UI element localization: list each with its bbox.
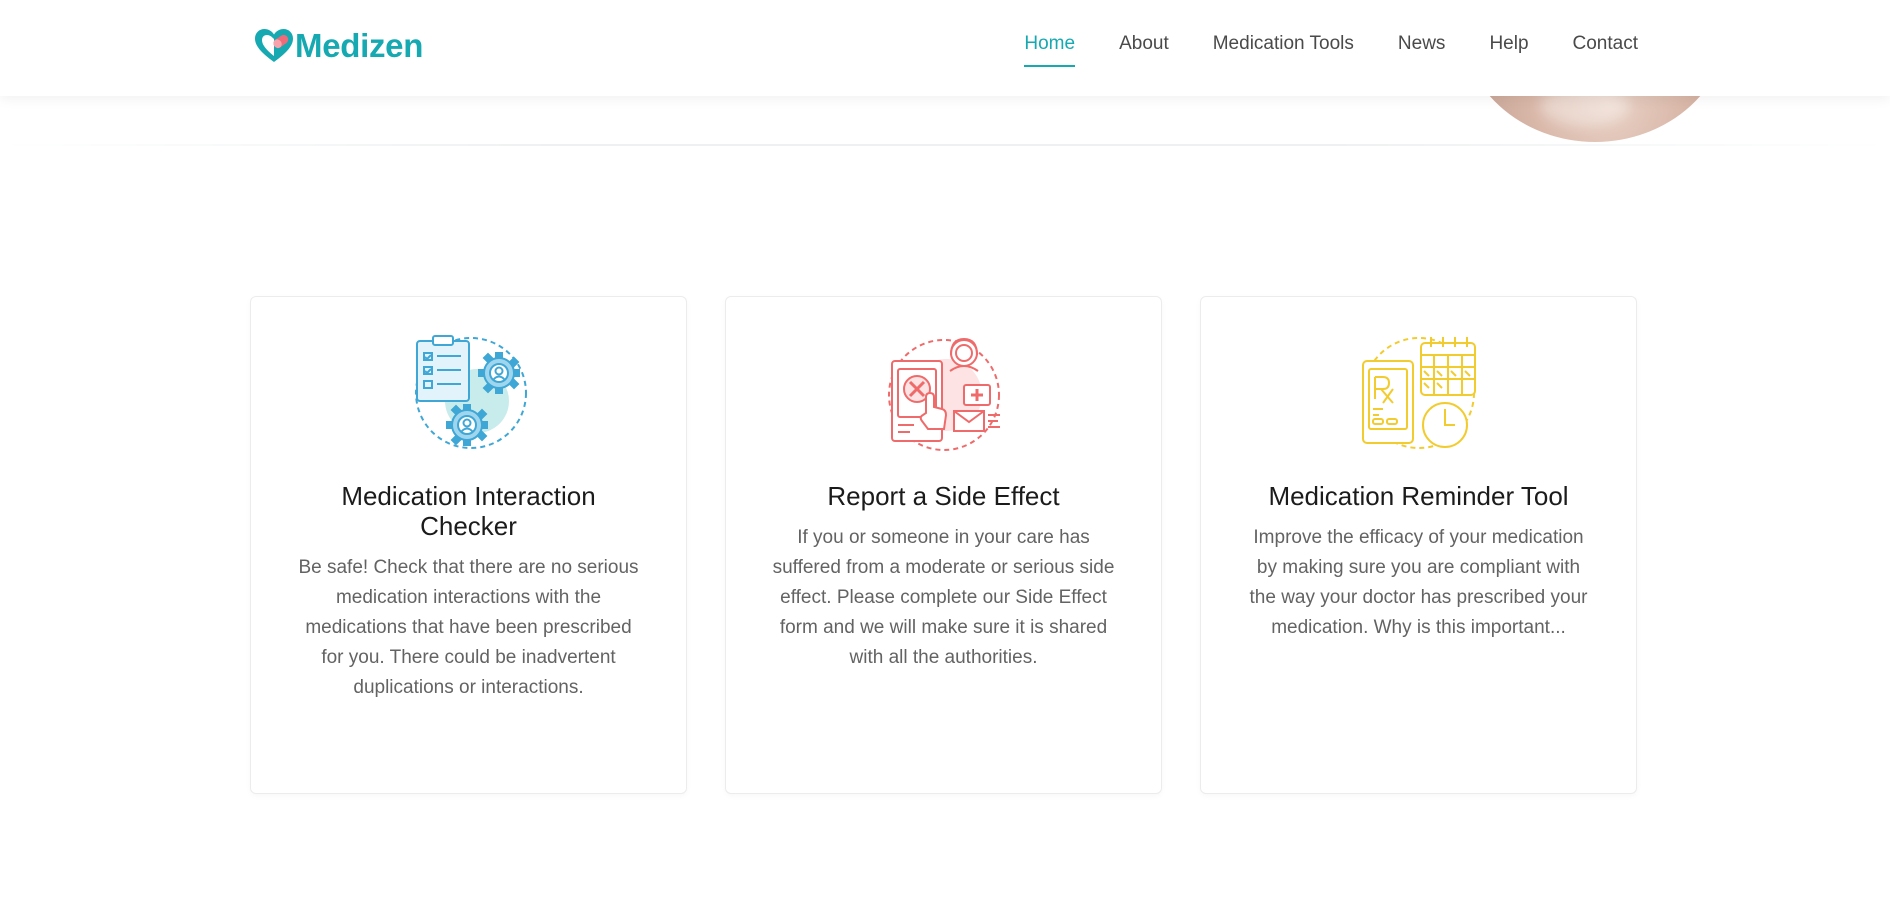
checklist-gears-icon	[414, 335, 527, 449]
heart-pill-logo-icon	[255, 29, 293, 62]
nav-medication-tools[interactable]: Medication Tools	[1213, 33, 1354, 67]
hero-section	[0, 96, 1890, 146]
nav-about[interactable]: About	[1119, 33, 1169, 67]
card-interaction-checker[interactable]: Medication Interaction Checker Be safe! …	[250, 296, 687, 794]
brand-name: Medizen	[295, 27, 424, 64]
card-title: Report a Side Effect	[827, 481, 1060, 511]
card-description: If you or someone in your care has suffe…	[772, 527, 1115, 668]
card-title: Medication Interaction Checker	[341, 481, 596, 541]
nav-contact[interactable]: Contact	[1573, 33, 1638, 67]
logo-link[interactable]: Medizen	[254, 26, 423, 66]
reminder-calendar-clock-icon	[1361, 337, 1476, 449]
card-reminder-tool[interactable]: Medication Reminder Tool Improve the eff…	[1200, 296, 1637, 794]
card-title: Medication Reminder Tool	[1268, 481, 1569, 511]
tools-cards: Medication Interaction Checker Be safe! …	[250, 296, 1637, 794]
card-report-side-effect[interactable]: Report a Side Effect If you or someone i…	[725, 296, 1162, 794]
report-side-effect-icon	[887, 337, 1000, 451]
hero-divider	[0, 144, 1890, 146]
main-nav: Home About Medication Tools News Help Co…	[980, 33, 1638, 67]
card-description: Improve the efficacy of your medication …	[1249, 527, 1588, 638]
navbar: Medizen Home About Medication Tools News…	[0, 0, 1890, 96]
nav-news[interactable]: News	[1398, 33, 1446, 67]
hero-image	[1460, 96, 1730, 142]
nav-home[interactable]: Home	[1024, 33, 1075, 67]
card-description: Be safe! Check that there are no serious…	[298, 557, 639, 698]
nav-help[interactable]: Help	[1489, 33, 1528, 67]
